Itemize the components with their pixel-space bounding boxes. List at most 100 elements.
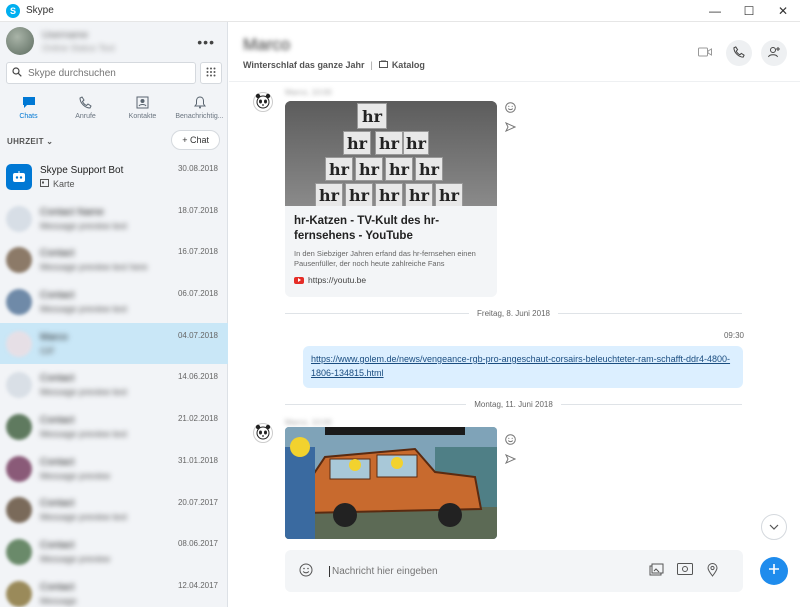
scroll-to-bottom-button[interactable] xyxy=(761,514,787,540)
chat-name: Contact xyxy=(40,498,75,510)
chat-preview: Message preview text xyxy=(40,221,170,231)
contact-avatar[interactable] xyxy=(6,580,32,607)
outgoing-link-message[interactable]: https://www.golem.de/news/vengeance-rgb-… xyxy=(303,346,743,388)
chat-name: Contact xyxy=(40,248,75,260)
chat-preview-text: Message preview text xyxy=(40,387,128,398)
tab-contacts[interactable]: Kontakte xyxy=(114,90,171,126)
chat-name: Contact xyxy=(40,581,75,593)
video-thumbnail[interactable]: hr hr hr hr hr hr hr hr hr hr hr hr hr xyxy=(285,101,497,206)
forward-button[interactable] xyxy=(504,453,517,467)
chat-preview-text: Message preview text here xyxy=(40,262,148,273)
conversation-pane: Marco Winterschlaf das ganze Jahr | Kata… xyxy=(229,22,800,607)
chat-date: 16.07.2018 xyxy=(177,247,218,257)
chat-name: Skype Support Bot xyxy=(40,164,124,176)
tab-notifications[interactable]: Benachrichtig... xyxy=(171,90,228,126)
profile-area[interactable]: Username Online Status Text ••• xyxy=(0,22,227,60)
emoji-icon xyxy=(299,563,313,580)
add-participant-button[interactable] xyxy=(761,40,787,66)
thumb-cube-text: hr xyxy=(378,133,400,153)
contact-avatar[interactable] xyxy=(6,539,32,566)
date-divider-label: Montag, 11. Juni 2018 xyxy=(474,399,553,409)
card-link[interactable]: https://youtu.be xyxy=(285,269,497,285)
thumb-cube-text: hr xyxy=(318,185,340,205)
emoji-button[interactable] xyxy=(299,563,317,580)
sender-label: Marco, 10:00 xyxy=(285,418,332,427)
new-chat-button[interactable]: + Chat xyxy=(171,130,220,150)
chat-list-item[interactable]: Contact Message preview 08.06.2017 xyxy=(0,531,228,573)
profile-avatar[interactable] xyxy=(6,27,34,55)
tab-notifications-label: Benachrichtig... xyxy=(175,113,224,120)
profile-status: Online Status Text xyxy=(42,42,115,53)
contact-avatar[interactable] xyxy=(6,497,32,524)
contact-avatar[interactable] xyxy=(6,330,32,357)
minimize-button[interactable]: — xyxy=(698,0,732,22)
chat-list-item[interactable]: Contact Message 12.04.2017 xyxy=(0,573,228,607)
card-title[interactable]: hr-Katzen - TV-Kult des hr-fernsehens - … xyxy=(285,206,497,244)
close-button[interactable]: ✕ xyxy=(766,0,800,22)
profile-name: Username xyxy=(42,29,89,41)
send-contact-button[interactable] xyxy=(677,563,693,578)
chat-date: 20.07.2017 xyxy=(177,497,218,507)
date-divider: Montag, 11. Juni 2018 xyxy=(285,399,743,409)
link-preview-card[interactable]: hr hr hr hr hr hr hr hr hr hr hr hr hr h… xyxy=(285,101,497,297)
chat-list-item[interactable]: Skype Support Bot Karte 30.08.2018 xyxy=(0,156,228,198)
forward-button[interactable] xyxy=(504,121,517,135)
share-location-button[interactable] xyxy=(707,563,718,580)
dialpad-button[interactable] xyxy=(200,62,222,84)
chat-list-item[interactable]: Marco GIF 04.07.2018 xyxy=(0,322,228,365)
media-gallery-button[interactable] xyxy=(649,563,664,579)
chat-preview-text: GIF xyxy=(40,345,55,356)
bell-icon xyxy=(193,96,206,111)
forward-icon xyxy=(504,453,517,467)
search-box[interactable] xyxy=(6,62,196,84)
video-call-button[interactable] xyxy=(692,40,718,66)
audio-call-button[interactable] xyxy=(726,40,752,66)
video-call-icon xyxy=(698,46,712,60)
window-controls: — ☐ ✕ xyxy=(698,0,800,22)
chat-list-item[interactable]: Contact Name Message preview text 18.07.20… xyxy=(0,198,228,240)
chat-list-item[interactable]: Contact Message preview text 14.06.2018 xyxy=(0,364,228,406)
search-input[interactable] xyxy=(28,67,188,79)
sender-avatar[interactable] xyxy=(253,92,273,112)
chat-preview: Message preview text xyxy=(40,387,170,397)
add-content-button[interactable] xyxy=(760,557,788,585)
more-options-button[interactable]: ••• xyxy=(197,34,215,50)
contact-avatar[interactable] xyxy=(6,413,32,440)
chat-icon xyxy=(22,96,36,111)
sort-dropdown[interactable]: UHRZEIT ⌄ xyxy=(7,137,53,146)
react-emoji-button[interactable] xyxy=(505,434,516,448)
thumb-cube-text: hr xyxy=(408,185,430,205)
chat-list-item[interactable]: Contact Message preview text 21.02.2018 xyxy=(0,406,228,448)
date-divider: Freitag, 8. Juni 2018 xyxy=(285,308,742,318)
contact-avatar[interactable] xyxy=(6,455,32,482)
card-link-text[interactable]: https://youtu.be xyxy=(308,275,366,285)
bot-avatar[interactable] xyxy=(6,163,32,190)
catalog-link[interactable]: Katalog xyxy=(392,60,425,70)
sender-avatar[interactable] xyxy=(253,423,273,443)
maximize-button[interactable]: ☐ xyxy=(732,0,766,22)
sort-row: UHRZEIT ⌄ + Chat xyxy=(0,130,228,152)
tab-chats[interactable]: Chats xyxy=(0,90,57,126)
chat-list-item[interactable]: Contact Message preview text here 16.07.20… xyxy=(0,239,228,281)
contact-avatar[interactable] xyxy=(6,247,32,274)
tab-contacts-label: Kontakte xyxy=(128,113,157,120)
youtube-icon xyxy=(294,276,304,284)
chat-list-item[interactable]: Contact Message preview text 06.07.2018 xyxy=(0,281,228,323)
message-composer xyxy=(285,550,743,592)
gif-image[interactable] xyxy=(285,427,497,539)
tab-calls[interactable]: Anrufe xyxy=(57,90,114,126)
chat-name: Contact Name xyxy=(40,206,104,218)
chevron-down-icon xyxy=(769,522,779,533)
chat-date: 14.06.2018 xyxy=(177,372,218,382)
contact-avatar[interactable] xyxy=(6,372,32,399)
thumb-cube-text: hr xyxy=(348,185,370,205)
react-emoji-button[interactable] xyxy=(505,102,516,116)
chat-list-item[interactable]: Contact Message preview text 20.07.2017 xyxy=(0,490,228,532)
message-input[interactable] xyxy=(329,565,629,577)
contact-avatar[interactable] xyxy=(6,205,32,232)
card-icon xyxy=(40,178,49,189)
contact-avatar[interactable] xyxy=(6,288,32,315)
message-area: Marco, 10:00 hr hr hr hr hr hr hr hr hr … xyxy=(229,82,800,542)
contact-name[interactable]: Marco xyxy=(243,35,290,55)
chat-list-item[interactable]: Contact Message preview 31.01.2018 xyxy=(0,448,228,490)
